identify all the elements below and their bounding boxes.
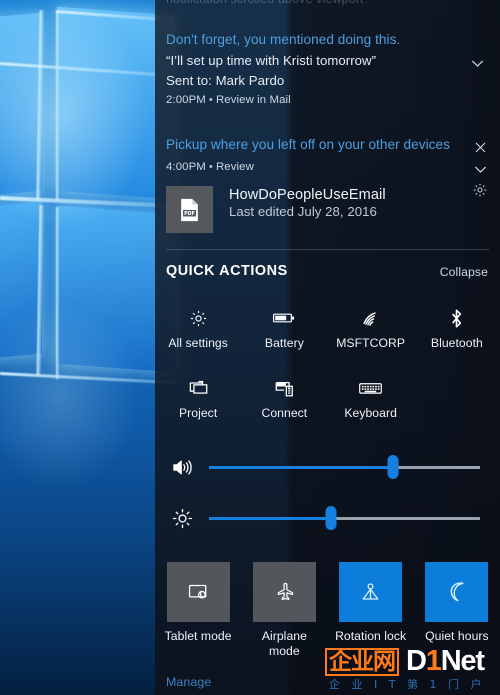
notification-expand-chevron-down-icon[interactable] (469, 158, 491, 180)
quick-action-label: MSFTCORP (336, 336, 406, 350)
quick-action-keyboard[interactable]: Keyboard (328, 376, 414, 420)
tile-rotation-lock-button[interactable] (339, 562, 403, 622)
quick-action-label: Bluetooth (430, 336, 483, 350)
quick-action-project[interactable]: Project (155, 376, 241, 420)
wallpaper-edge-vertical-mid (56, 11, 59, 201)
wifi-icon (361, 306, 381, 330)
brightness-slider-row (155, 501, 500, 535)
quick-action-label: Battery (264, 336, 304, 350)
tile-tablet-mode-button[interactable] (166, 562, 230, 622)
volume-slider-row (155, 450, 500, 484)
notification-card-reminder[interactable]: Don't forget, you mentioned doing this. … (155, 32, 500, 106)
volume-slider-track[interactable] (209, 455, 480, 479)
keyboard-icon (359, 376, 383, 400)
clipped-notification-text: notification scrolled above viewport (155, 0, 500, 6)
brightness-slider-thumb[interactable] (325, 506, 337, 530)
watermark-tagline: 企 业 I T 第 1 门 户 (329, 678, 486, 691)
section-divider (166, 249, 489, 250)
notification-settings-gear-icon[interactable] (469, 179, 491, 201)
brightness-icon (155, 508, 209, 529)
tile-quiet-hours-button[interactable] (425, 562, 489, 622)
tile-label: Tablet mode (164, 629, 232, 643)
brightness-slider-track[interactable] (209, 506, 480, 530)
wallpaper-edge-vertical-mid-2 (56, 207, 59, 379)
toggle-tiles-row: Tablet mode Airplane mode Rotation lock … (155, 562, 500, 659)
wallpaper-pane-top-left (0, 12, 42, 198)
attachment-subtitle: Last edited July 28, 2016 (229, 204, 377, 219)
tile-tablet-mode[interactable]: Tablet mode (155, 562, 241, 659)
quick-action-bluetooth[interactable]: Bluetooth (414, 306, 500, 350)
notification-meta: 2:00PM • Review in Mail (155, 94, 500, 106)
bluetooth-icon (449, 306, 464, 330)
quick-actions-header: QUICK ACTIONS Collapse (155, 263, 500, 285)
wallpaper-pane-bottom-left (0, 201, 42, 361)
quick-action-battery[interactable]: Battery (241, 306, 327, 350)
manage-notifications-link[interactable]: Manage (166, 675, 211, 689)
connect-devices-icon (274, 376, 295, 400)
quick-actions-row-2: Project Connect Keyboard (155, 376, 500, 420)
notification-meta: 4:00PM • Review (155, 161, 500, 173)
quick-action-all-settings[interactable]: All settings (155, 306, 241, 350)
quick-action-wifi[interactable]: MSFTCORP (328, 306, 414, 350)
notification-title: Don't forget, you mentioned doing this. (166, 32, 401, 47)
notification-meta-separator: • (208, 94, 213, 106)
quick-action-label: Project (178, 406, 218, 420)
gear-icon (189, 306, 208, 330)
notification-meta-separator: • (208, 161, 213, 173)
notification-title: Pickup where you left off on your other … (166, 137, 450, 152)
volume-slider-fill (209, 465, 394, 469)
wallpaper-edge-bottom (0, 372, 176, 385)
action-center-panel: notification scrolled above viewport Don… (155, 0, 500, 695)
tile-airplane-mode[interactable]: Airplane mode (241, 562, 327, 659)
tile-label: Rotation lock (335, 629, 407, 643)
clipped-notification-above: notification scrolled above viewport (155, 0, 500, 8)
notification-time: 2:00PM (166, 94, 206, 106)
notification-action-link[interactable]: Review in Mail (216, 94, 291, 106)
quick-action-empty-slot (414, 376, 500, 420)
notification-quote: “I’ll set up time with Kristi tomorrow” (166, 53, 377, 68)
quick-action-label: Keyboard (344, 406, 397, 420)
notification-expand-chevron-down-icon[interactable] (466, 52, 488, 74)
volume-slider-thumb[interactable] (387, 455, 399, 479)
pdf-file-icon: PDF (166, 186, 213, 233)
notification-close-icon[interactable] (469, 136, 491, 158)
notification-attachment[interactable]: PDF HowDoPeopleUseEmail Last edited July… (166, 186, 386, 233)
tile-label: Quiet hours (425, 629, 489, 643)
project-display-icon (188, 376, 209, 400)
notification-time: 4:00PM (166, 161, 206, 173)
quick-actions-title: QUICK ACTIONS (166, 263, 288, 279)
brightness-slider-fill (209, 516, 331, 520)
quick-action-label: All settings (168, 336, 228, 350)
notification-recipient: Sent to: Mark Pardo (166, 73, 285, 88)
quick-actions-row-1: All settings Battery MSFTCORP Bluetooth (155, 306, 500, 350)
speaker-icon (155, 458, 209, 477)
collapse-button[interactable]: Collapse (440, 265, 488, 279)
svg-text:PDF: PDF (184, 211, 195, 217)
notification-card-pickup[interactable]: Pickup where you left off on your other … (155, 137, 500, 173)
notification-action-link[interactable]: Review (216, 161, 254, 173)
quick-action-connect[interactable]: Connect (241, 376, 327, 420)
tile-quiet-hours[interactable]: Quiet hours (414, 562, 500, 659)
attachment-filename: HowDoPeopleUseEmail (229, 187, 386, 203)
tile-rotation-lock[interactable]: Rotation lock (328, 562, 414, 659)
quick-action-label: Connect (261, 406, 308, 420)
tile-airplane-mode-button[interactable] (252, 562, 316, 622)
battery-icon (273, 306, 295, 330)
tile-label: Airplane mode (261, 629, 307, 658)
